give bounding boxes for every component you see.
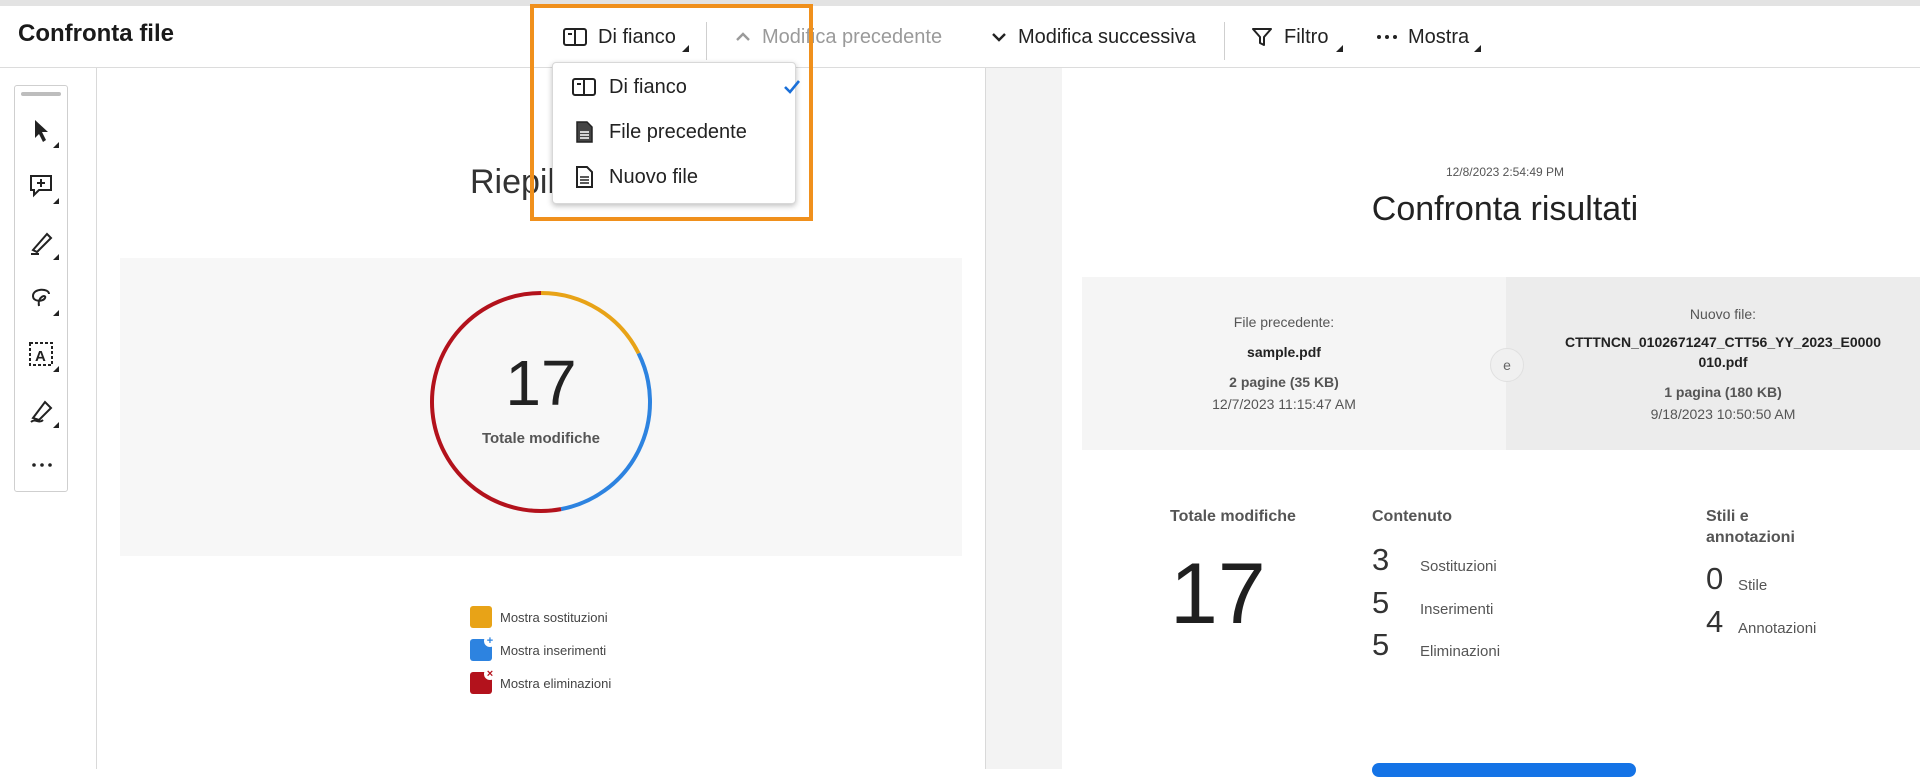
results-title: Confronta risultati	[1371, 190, 1639, 228]
legend-replacements[interactable]: Mostra sostituzioni	[470, 605, 608, 629]
new-file-date: 9/18/2023 10:50:50 AM	[1650, 406, 1796, 422]
comment-tool[interactable]	[25, 170, 59, 204]
style-count: 0	[1706, 561, 1724, 596]
legend-deletions[interactable]: × Mostra eliminazioni	[470, 668, 612, 695]
view-mode-label: Di fianco	[598, 25, 676, 48]
highlight-tool[interactable]	[25, 226, 59, 260]
new-file-pages: 1 pagina (180 KB)	[1664, 384, 1782, 400]
sign-tool[interactable]	[25, 394, 59, 428]
annotation-count: 4	[1706, 604, 1724, 639]
stats-total-heading: Totale modifiche	[1170, 508, 1296, 525]
view-mode-dropdown-indicator	[682, 45, 689, 52]
chevron-down-icon	[992, 33, 1006, 42]
connector-e: e	[1490, 348, 1524, 382]
x-badge-icon: ×	[484, 668, 496, 680]
old-file-date: 12/7/2023 11:15:47 AM	[1212, 396, 1356, 412]
annotation-label: Annotazioni	[1738, 620, 1817, 637]
filter-label: Filtro	[1284, 25, 1329, 48]
deletions-count: 5	[1372, 627, 1390, 662]
file-outline-icon	[576, 166, 593, 188]
legend-replacements-label: Mostra sostituzioni	[500, 609, 608, 625]
toolbar-separator	[706, 22, 707, 60]
insertions-swatch: +	[470, 635, 496, 661]
more-tools-button[interactable]	[25, 448, 59, 482]
show-dropdown-indicator	[1474, 45, 1481, 52]
new-file-name-line2: 010.pdf	[1698, 354, 1748, 370]
more-horizontal-icon	[1377, 35, 1397, 39]
next-change-button[interactable]: Modifica successiva	[990, 20, 1196, 54]
menu-item-side-by-side[interactable]: Di fianco	[553, 67, 801, 107]
filter-icon	[1252, 28, 1272, 46]
deletions-swatch: ×	[470, 668, 496, 694]
svg-text:A: A	[35, 348, 46, 365]
menu-item-label: Di fianco	[609, 75, 687, 98]
menu-item-new-file[interactable]: Nuovo file	[553, 157, 795, 197]
show-button[interactable]: Mostra	[1376, 20, 1469, 54]
primary-action-button[interactable]	[1372, 763, 1636, 777]
insertions-count: 5	[1372, 585, 1390, 620]
filter-dropdown-indicator	[1336, 45, 1343, 52]
report-timestamp: 12/8/2023 2:54:49 PM	[1445, 165, 1565, 179]
new-file-name-line1: CTTTNCN_0102671247_CTT56_YY_2023_E0000	[1565, 334, 1881, 350]
previous-change-button[interactable]: Modifica precedente	[734, 20, 942, 54]
stats-content-heading: Contenuto	[1372, 508, 1452, 525]
stats-styles-heading-line1: Stili e	[1706, 508, 1749, 525]
side-by-side-icon	[563, 28, 587, 46]
replacements-label: Sostituzioni	[1420, 558, 1497, 575]
previous-change-label: Modifica precedente	[762, 25, 943, 48]
panel-gutter	[986, 68, 1062, 769]
donut-total-label: Totale modifiche	[481, 430, 601, 447]
new-file-label: Nuovo file:	[1689, 306, 1757, 322]
insertions-label: Inserimenti	[1420, 601, 1494, 618]
side-by-side-icon	[572, 78, 596, 96]
tools-sidebar: A	[14, 85, 68, 492]
more-options-icon	[32, 463, 52, 467]
file-filled-icon	[576, 121, 593, 143]
old-file-label: File precedente:	[1233, 314, 1335, 330]
legend-insertions[interactable]: + Mostra inserimenti	[470, 635, 607, 662]
next-change-label: Modifica successiva	[1018, 25, 1196, 48]
replacements-swatch	[470, 606, 492, 628]
legend-insertions-label: Mostra inserimenti	[500, 642, 607, 658]
view-mode-menu: Di fianco File precedente Nuovo file	[552, 62, 801, 204]
old-file-pages: 2 pagine (35 KB)	[1229, 374, 1339, 390]
replacements-count: 3	[1372, 542, 1390, 577]
checkmark-icon	[784, 80, 801, 94]
summary-heading: Riepil	[470, 163, 556, 201]
deletions-label: Eliminazioni	[1420, 643, 1501, 660]
sidebar-grip[interactable]	[21, 92, 61, 96]
chevron-up-icon	[736, 32, 750, 41]
plus-badge-icon: +	[484, 635, 496, 647]
draw-tool[interactable]	[25, 282, 59, 316]
show-label: Mostra	[1408, 25, 1470, 48]
stats-styles-heading-line2: annotazioni	[1706, 529, 1795, 546]
donut-segment-sostituzioni	[540, 291, 641, 355]
old-file-name: sample.pdf	[1247, 344, 1321, 360]
legend-deletions-label: Mostra eliminazioni	[500, 675, 612, 691]
donut-total-number: 17	[505, 347, 577, 419]
old-file-info-box	[1082, 277, 1506, 450]
menu-item-previous-file[interactable]: File precedente	[553, 112, 795, 152]
view-mode-button[interactable]: Di fianco	[562, 20, 676, 54]
select-tool[interactable]	[25, 114, 59, 148]
menu-item-label: File precedente	[609, 120, 747, 143]
app-title: Confronta file	[18, 20, 174, 47]
menu-item-label: Nuovo file	[609, 165, 698, 188]
app-header: Confronta file Di fianco Modifica preced…	[0, 6, 1920, 68]
style-label: Stile	[1738, 577, 1768, 594]
filter-button[interactable]: Filtro	[1250, 20, 1328, 54]
toolbar-separator	[1224, 22, 1225, 60]
text-recognition-tool[interactable]: A	[25, 338, 59, 372]
stats-total-number: 17	[1170, 546, 1266, 642]
